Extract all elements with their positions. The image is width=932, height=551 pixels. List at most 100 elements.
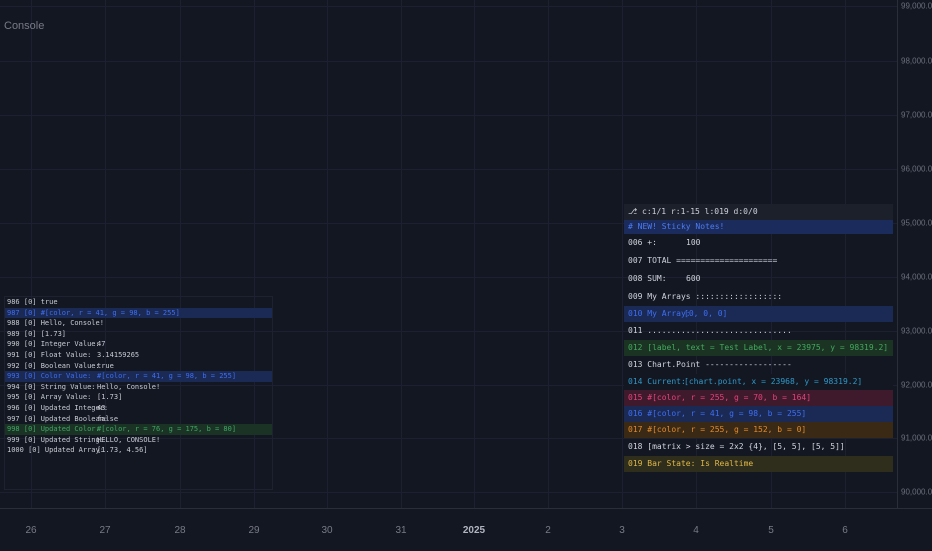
log-label: 996 [0] Updated Integer: [7,403,109,412]
time-label: 2025 [462,525,486,536]
v-gridline [622,0,623,508]
sticky-row: 012 [label, text = Test Label, x = 23975… [624,340,893,356]
log-value: HELLO, CONSOLE! [97,435,161,444]
sticky-row: 006 +: 100 [624,234,893,252]
sticky-row: 010 My Array: [0, 0, 0] [624,306,893,322]
log-label: 999 [0] Updated String: [7,435,104,444]
sticky-row: ⎇ c:1/1 r:1-15 l:019 d:0/0 [624,204,893,220]
price-label: 91,000.0 [901,433,932,443]
sticky-label: 017 #[color, r = 255, g = 152, b = 0] [628,425,807,434]
sticky-row: 011 .............................. [624,322,893,340]
sticky-value: [0, 0, 0] [684,309,728,318]
time-label: 29 [248,525,260,536]
price-label: 93,000.0 [901,326,932,336]
log-label: 993 [0] Color Value: [7,372,92,381]
time-label: 5 [768,525,774,536]
log-value: 3.14159265 [97,350,140,359]
time-label: 4 [693,525,699,536]
time-label: 31 [395,525,407,536]
log-label: 991 [0] Float Value: [7,350,92,359]
sticky-value: 600 [686,274,701,283]
price-label: 95,000.0 [901,218,932,228]
v-gridline [474,0,475,508]
log-label: 992 [0] Boolean Value: [7,361,100,370]
price-axis[interactable]: 99,000.0 98,000.0 97,000.0 96,000.0 95,000.0… [897,0,932,508]
log-label: 989 [0] [1.73] [7,329,67,338]
sticky-label: 016 #[color, r = 41, g = 98, b = 255] [628,409,807,418]
log-row: 999 [0] Updated String: HELLO, CONSOLE! [5,435,272,446]
sticky-value: [chart.point, x = 23968, y = 98319.2] [684,377,863,386]
sticky-label: 013 Chart.Point ------------------ [628,360,792,369]
price-label: 90,000.0 [901,487,932,497]
sticky-label: 007 TOTAL ===================== [628,256,778,265]
log-row: 992 [0] Boolean Value: true [5,361,272,372]
sticky-row: 008 SUM: 600 [624,270,893,288]
h-gridline [0,169,897,170]
sticky-row: 017 #[color, r = 255, g = 152, b = 0] [624,422,893,438]
h-gridline [0,492,897,493]
price-label: 92,000.0 [901,380,932,390]
log-label: 997 [0] Updated Boolean: [7,414,109,423]
log-label: 1000 [0] Updated Array: [7,446,104,455]
log-label: 988 [0] Hello, Console! [7,319,104,328]
time-label: 30 [321,525,333,536]
price-label: 96,000.0 [901,164,932,174]
log-row: 998 [0] Updated Color: #[color, r = 76, g… [5,424,272,435]
log-row: 988 [0] Hello, Console! [5,318,272,329]
log-value: true [97,361,114,370]
sticky-label: ⎇ c:1/1 r:1-15 l:019 d:0/0 [628,207,758,216]
log-row: 989 [0] [1.73] [5,329,272,340]
sticky-row: 016 #[color, r = 41, g = 98, b = 255] [624,406,893,422]
sticky-label: # NEW! Sticky Notes! [628,222,725,231]
sticky-label: 006 +: [628,238,657,247]
time-label: 3 [619,525,625,536]
sticky-row: 014 Current: [chart.point, x = 23968, y =… [624,374,893,390]
price-label: 99,000.0 [901,1,932,11]
log-value: false [97,414,119,423]
time-label: 6 [842,525,848,536]
log-row: 986 [0] true [5,297,272,308]
log-value: [1.73] [97,393,123,402]
v-gridline [548,0,549,508]
time-label: 2 [545,525,551,536]
log-row: 995 [0] Array Value: [1.73] [5,392,272,403]
h-gridline [0,6,897,7]
sticky-label: 019 Bar State: Is Realtime [628,459,754,468]
console-log-table: 986 [0] true 987 [0] #[color, r = 41, g =… [4,296,273,490]
sticky-label: 015 #[color, r = 255, g = 70, b = 164] [628,393,812,402]
log-row: 993 [0] Color Value: #[color, r = 41, g =… [5,371,272,382]
v-gridline [401,0,402,508]
v-gridline [327,0,328,508]
sticky-label: 011 .............................. [628,326,792,335]
log-label: 990 [0] Integer Value: [7,340,100,349]
sticky-label: 012 [label, text = Test Label, x = 23975… [628,343,889,352]
log-row: 997 [0] Updated Boolean: false [5,414,272,425]
sticky-label: 009 My Arrays :::::::::::::::::: [628,292,783,301]
price-label: 97,000.0 [901,110,932,120]
sticky-notes-table: ⎇ c:1/1 r:1-15 l:019 d:0/0 # NEW! Sticky … [624,204,893,472]
log-row: 987 [0] #[color, r = 41, g = 98, b = 255… [5,307,272,319]
log-label: 987 [0] #[color, r = 41, g = 98, b = 255… [7,308,180,317]
log-row: 991 [0] Float Value: 3.14159265 [5,350,272,361]
log-row: 994 [0] String Value: Hello, Console! [5,382,272,393]
h-gridline [0,61,897,62]
time-label: 27 [99,525,111,536]
sticky-row: 009 My Arrays :::::::::::::::::: [624,288,893,306]
time-label: 28 [174,525,186,536]
log-label: 994 [0] String Value: [7,382,96,391]
h-gridline [0,115,897,116]
log-value: [1.73, 4.56] [97,446,148,455]
log-row: 1000 [0] Updated Array: [1.73, 4.56] [5,445,272,456]
sticky-row: 015 #[color, r = 255, g = 70, b = 164] [624,390,893,406]
log-label: 995 [0] Array Value: [7,393,92,402]
price-label: 94,000.0 [901,272,932,282]
sticky-value: 100 [686,238,701,247]
log-value: 43 [97,403,106,412]
log-row: 996 [0] Updated Integer: 43 [5,403,272,414]
log-row: 990 [0] Integer Value: 47 [5,339,272,350]
sticky-row: 013 Chart.Point ------------------ [624,356,893,374]
time-axis[interactable]: 26 27 28 29 30 31 2025 2 3 4 5 6 [0,508,932,551]
console-title: Console [4,20,45,32]
price-label: 98,000.0 [901,56,932,66]
log-label: 998 [0] Updated Color: [7,425,100,434]
